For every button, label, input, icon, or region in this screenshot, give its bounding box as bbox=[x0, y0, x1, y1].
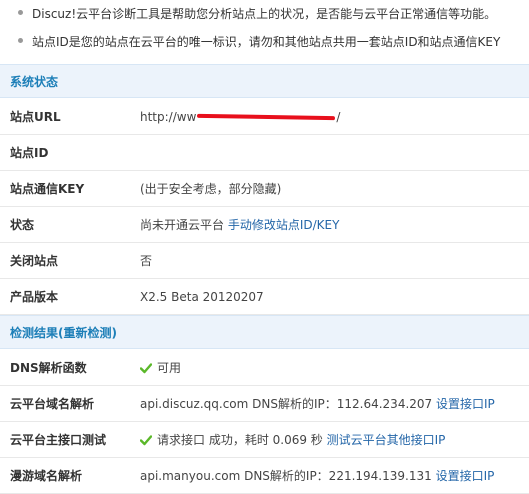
tip-item: Discuz!云平台诊断工具是帮助您分析站点上的状况，是否能与云平台正常通信等功… bbox=[18, 4, 496, 24]
tip-item: 站点ID是您的站点在云平台的唯一标识，请勿和其他站点共用一套站点ID和站点通信K… bbox=[18, 32, 500, 52]
row-close-site: 关闭站点 否 bbox=[0, 243, 529, 279]
row-label: 站点ID bbox=[10, 146, 49, 160]
site-key-value: (出于安全考虑，部分隐藏) bbox=[140, 182, 282, 196]
row-label: 站点URL bbox=[10, 110, 61, 124]
row-product-version: 产品版本 X2.5 Beta 20120207 bbox=[0, 279, 529, 315]
edit-site-id-key-link[interactable]: 手动修改站点ID/KEY bbox=[228, 218, 340, 232]
main-interface-value: 请求接口 成功，耗时 0.069 秒 测试云平台其他接口IP bbox=[140, 422, 445, 458]
row-site-url: 站点URL http://ww / bbox=[0, 99, 529, 135]
cloud-domain-text: api.discuz.qq.com DNS解析的IP：112.64.234.20… bbox=[140, 397, 433, 411]
dns-function-text: 可用 bbox=[157, 361, 182, 375]
system-status-header: 系统状态 bbox=[0, 64, 529, 98]
cloud-domain-value: api.discuz.qq.com DNS解析的IP：112.64.234.20… bbox=[140, 386, 495, 422]
manyou-domain-text: api.manyou.com DNS解析的IP：221.194.139.131 bbox=[140, 469, 432, 483]
row-label: 云平台主接口测试 bbox=[10, 433, 107, 447]
row-label: DNS解析函数 bbox=[10, 361, 87, 375]
row-label: 漫游域名解析 bbox=[10, 469, 83, 483]
tip-text: Discuz!云平台诊断工具是帮助您分析站点上的状况，是否能与云平台正常通信等功… bbox=[32, 7, 497, 21]
site-url-prefix: http://ww bbox=[140, 110, 197, 124]
row-label: 状态 bbox=[10, 218, 35, 232]
main-interface-text: 请求接口 成功，耗时 0.069 秒 bbox=[157, 433, 323, 447]
bullet-icon bbox=[18, 10, 23, 15]
close-site-value: 否 bbox=[140, 254, 153, 268]
row-site-key: 站点通信KEY (出于安全考虑，部分隐藏) bbox=[0, 171, 529, 207]
row-main-interface-test: 云平台主接口测试 请求接口 成功，耗时 0.069 秒 测试云平台其他接口IP bbox=[0, 422, 529, 458]
set-interface-ip-link[interactable]: 设置接口IP bbox=[436, 469, 495, 483]
redaction-mark bbox=[197, 113, 336, 120]
manyou-domain-value: api.manyou.com DNS解析的IP：221.194.139.131 … bbox=[140, 458, 494, 494]
status-value: 尚未开通云平台 手动修改站点ID/KEY bbox=[140, 207, 339, 243]
row-site-id: 站点ID bbox=[0, 135, 529, 171]
check-icon bbox=[140, 362, 152, 373]
set-interface-ip-link[interactable]: 设置接口IP bbox=[436, 397, 495, 411]
dns-function-value: 可用 bbox=[140, 350, 181, 386]
row-cloud-domain-resolve: 云平台域名解析 api.discuz.qq.com DNS解析的IP：112.6… bbox=[0, 386, 529, 422]
bullet-icon bbox=[18, 38, 23, 43]
site-url-suffix: / bbox=[336, 110, 341, 124]
detection-title: 检测结果 bbox=[10, 326, 59, 340]
site-url-value: http://ww / bbox=[140, 99, 340, 135]
test-other-interface-ip-link[interactable]: 测试云平台其他接口IP bbox=[327, 433, 446, 447]
row-label: 云平台域名解析 bbox=[10, 397, 95, 411]
row-status: 状态 尚未开通云平台 手动修改站点ID/KEY bbox=[0, 207, 529, 243]
check-icon bbox=[140, 434, 152, 445]
detection-header: 检测结果(重新检测) bbox=[0, 315, 529, 349]
status-text: 尚未开通云平台 bbox=[140, 218, 225, 232]
row-label: 产品版本 bbox=[10, 290, 59, 304]
tip-text: 站点ID是您的站点在云平台的唯一标识，请勿和其他站点共用一套站点ID和站点通信K… bbox=[32, 35, 501, 49]
recheck-link[interactable]: (重新检测) bbox=[58, 326, 117, 340]
product-version-value: X2.5 Beta 20120207 bbox=[140, 290, 264, 304]
row-dns-function: DNS解析函数 可用 bbox=[0, 350, 529, 386]
row-label: 站点通信KEY bbox=[10, 182, 85, 196]
row-label: 关闭站点 bbox=[10, 254, 59, 268]
row-manyou-domain-resolve: 漫游域名解析 api.manyou.com DNS解析的IP：221.194.1… bbox=[0, 458, 529, 494]
